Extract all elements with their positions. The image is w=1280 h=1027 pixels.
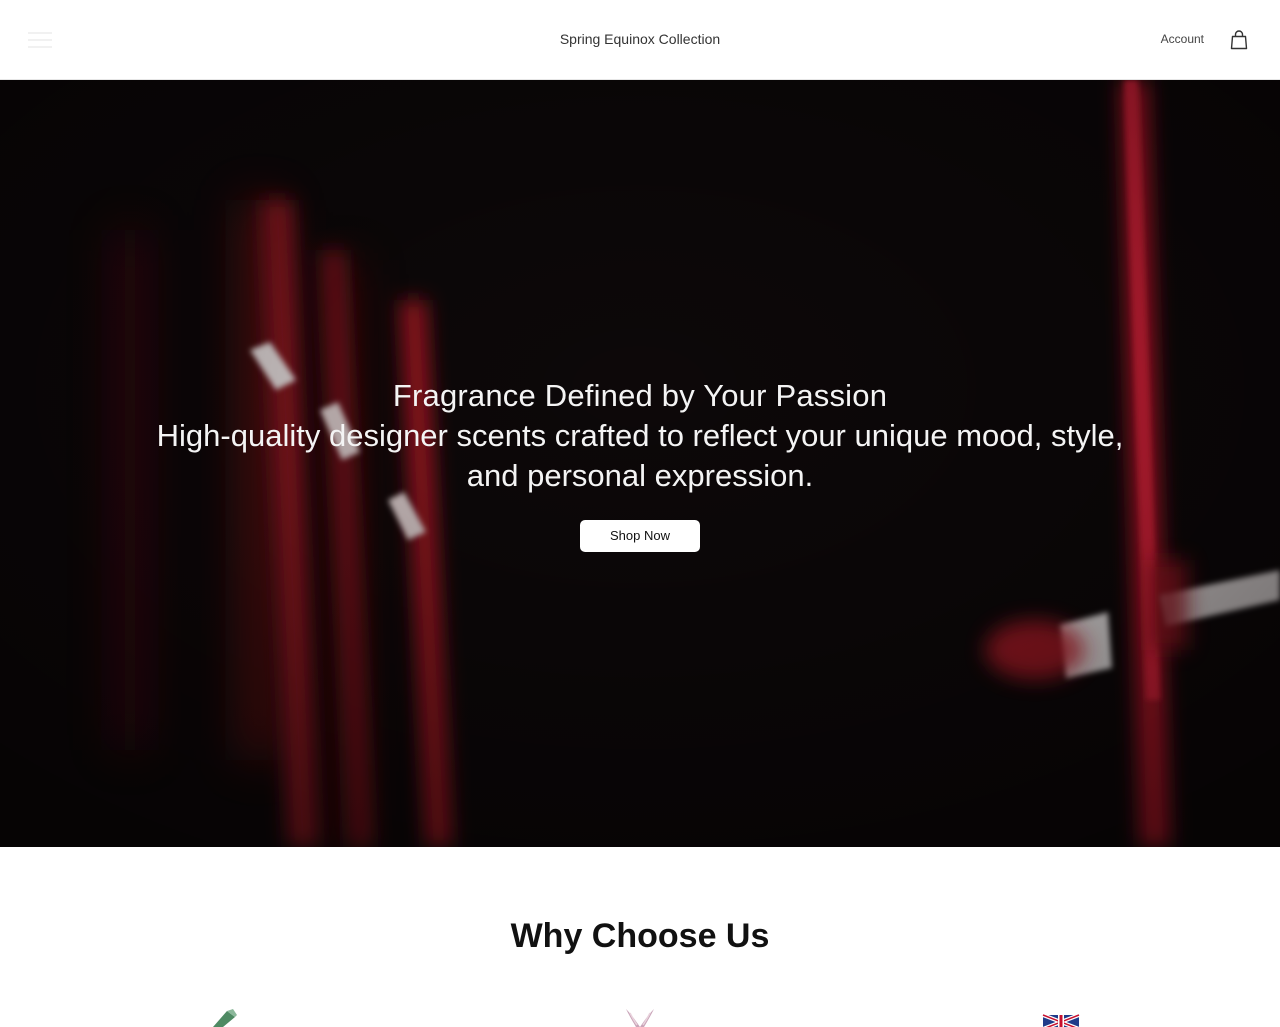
brand-link[interactable]: Spring Equinox Collection	[560, 31, 720, 47]
hero-section: Fragrance Defined by Your Passion High-q…	[0, 80, 1280, 847]
uk-flag-icon	[1042, 1013, 1080, 1027]
shop-now-button[interactable]: Shop Now	[580, 520, 700, 552]
site-header: Spring Equinox Collection Account	[0, 0, 1280, 80]
menu-icon[interactable]	[28, 28, 52, 52]
section-title: Why Choose Us	[510, 917, 770, 955]
hero-subtitle: High-quality designer scents crafted to …	[156, 418, 1124, 493]
brand-name: Spring Equinox Collection	[0, 31, 1280, 47]
hero-content: Fragrance Defined by Your Passion High-q…	[0, 376, 1280, 552]
rabbit-icon	[626, 1009, 654, 1027]
why-choose-section: Why Choose Us	[0, 847, 1280, 1027]
hero-title: Fragrance Defined by Your Passion	[392, 378, 888, 413]
shopping-bag-icon[interactable]	[1230, 30, 1248, 50]
account-link[interactable]: Account	[1161, 32, 1204, 46]
perfume-bottle-icon	[213, 1009, 237, 1027]
